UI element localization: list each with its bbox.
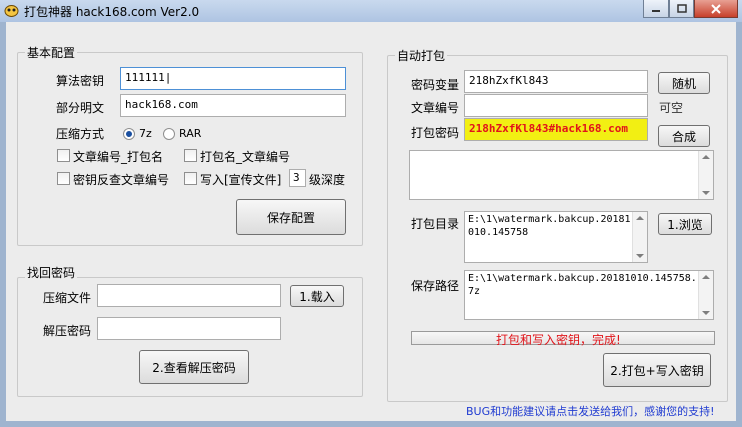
status-text: 打包和写入密钥，完成! — [496, 333, 621, 347]
save-path-label: 保存路径 — [411, 279, 460, 293]
basic-config-title: 基本配置 — [25, 44, 78, 61]
plain-text-label: 部分明文 — [56, 101, 105, 115]
close-icon — [711, 3, 721, 14]
algo-key-label: 算法密钥 — [56, 74, 105, 88]
maximize-icon — [676, 4, 687, 13]
pwd-var-label: 密码变量 — [411, 78, 460, 92]
pwd-var-input[interactable]: 218hZxfKl843 — [464, 70, 648, 93]
minimize-icon — [652, 9, 660, 12]
window-title: 打包神器 hack168.com Ver2.0 — [24, 5, 200, 19]
compress-file-label: 压缩文件 — [43, 291, 92, 305]
save-path-textarea[interactable]: E:\1\watermark.bakcup.20181010.145758.7z — [464, 270, 714, 320]
minimize-button[interactable] — [643, 0, 669, 18]
close-button[interactable] — [694, 0, 738, 18]
log-scrollbar[interactable] — [698, 151, 713, 199]
chk-article-pack[interactable] — [57, 149, 70, 162]
radio-7z[interactable] — [123, 128, 135, 140]
pack-pwd-input[interactable]: 218hZxfKl843#hack168.com — [464, 118, 648, 141]
algo-key-input[interactable]: 111111| — [120, 67, 346, 90]
decompress-pwd-input[interactable] — [97, 317, 281, 340]
feedback-link[interactable]: BUG和功能建议请点击发送给我们，感谢您的支持! — [466, 403, 715, 419]
scroll-down-icon — [636, 254, 644, 258]
log-textarea[interactable] — [409, 150, 714, 200]
load-button[interactable]: 1.载入 — [290, 285, 344, 307]
random-button[interactable]: 随机 — [658, 72, 710, 94]
compress-method-label: 压缩方式 — [56, 127, 105, 141]
depth-input[interactable]: 3 — [289, 169, 306, 187]
pack-dir-scrollbar[interactable] — [632, 212, 647, 262]
chk-article-pack-label: 文章编号_打包名 — [73, 150, 164, 164]
pack-pwd-label: 打包密码 — [411, 126, 460, 140]
article-no-input[interactable] — [464, 94, 648, 117]
chk-reverse-lookup-label: 密钥反查文章编号 — [73, 173, 170, 187]
auto-pack-title: 自动打包 — [395, 47, 448, 64]
radio-rar[interactable] — [163, 128, 175, 140]
chk-write-promo-label: 写入[宣传文件] — [200, 173, 282, 187]
combine-button[interactable]: 合成 — [658, 125, 710, 147]
decompress-pwd-label: 解压密码 — [43, 324, 92, 338]
chk-pack-article[interactable] — [184, 149, 197, 162]
radio-rar-label: RAR — [179, 127, 202, 140]
view-pwd-button[interactable]: 2.查看解压密码 — [139, 350, 249, 384]
radio-7z-label: 7z — [139, 127, 152, 140]
chk-pack-article-label: 打包名_文章编号 — [200, 150, 291, 164]
depth-label: 级深度 — [309, 173, 346, 187]
pack-dir-label: 打包目录 — [411, 217, 460, 231]
pack-write-button[interactable]: 2.打包+写入密钥 — [603, 353, 711, 387]
plain-text-input[interactable]: hack168.com — [120, 94, 346, 117]
pack-dir-textarea[interactable]: E:\1\watermark.bakcup.20181010.145758 — [464, 211, 648, 263]
app-icon — [4, 5, 19, 17]
title-bar[interactable]: 打包神器 hack168.com Ver2.0 — [0, 0, 742, 22]
scroll-down-icon — [702, 311, 710, 315]
scroll-down-icon — [702, 191, 710, 195]
save-config-button[interactable]: 保存配置 — [236, 199, 346, 235]
article-no-label: 文章编号 — [411, 101, 460, 115]
chk-write-promo[interactable] — [184, 172, 197, 185]
browse-button[interactable]: 1.浏览 — [658, 213, 712, 235]
retrieve-title: 找回密码 — [25, 264, 78, 281]
compress-file-input[interactable] — [97, 284, 281, 307]
save-path-scrollbar[interactable] — [698, 271, 713, 319]
chk-reverse-lookup[interactable] — [57, 172, 70, 185]
maximize-button[interactable] — [669, 0, 694, 18]
scroll-up-icon — [702, 155, 710, 159]
scroll-up-icon — [702, 275, 710, 279]
scroll-up-icon — [636, 216, 644, 220]
optional-hint: 可空 — [659, 101, 684, 115]
